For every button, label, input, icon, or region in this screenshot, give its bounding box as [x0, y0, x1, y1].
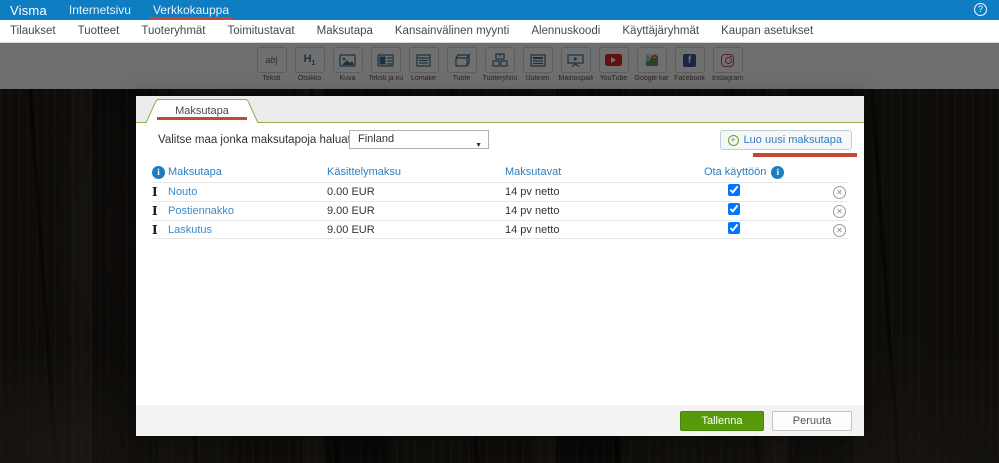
- terms-value: 14 pv netto: [505, 186, 560, 198]
- payment-method-link[interactable]: Laskutus: [168, 224, 327, 236]
- country-select-value: Finland: [358, 133, 395, 145]
- maksutapa-dialog: Maksutapa Valitse maa jonka maksutapoja …: [136, 96, 864, 436]
- terms-value: 14 pv netto: [505, 205, 560, 217]
- tab-maksutapa[interactable]: Maksutapa: [146, 99, 258, 123]
- info-icon[interactable]: i: [152, 165, 165, 179]
- col-header-kasittelymaksu: Käsittelymaksu: [327, 166, 401, 178]
- payment-method-link[interactable]: Postiennakko: [168, 205, 327, 217]
- fee-value: 0.00 EUR: [327, 186, 375, 198]
- delete-row-icon[interactable]: ✕: [833, 185, 846, 199]
- table-row-postiennakko: I Postiennakko 9.00 EUR 14 pv netto ✕: [152, 201, 848, 220]
- delete-row-icon[interactable]: ✕: [833, 223, 846, 237]
- help-icon[interactable]: ?: [974, 3, 987, 16]
- main-nav: Tilaukset Tuotteet Tuoteryhmät Toimitust…: [0, 20, 999, 43]
- nav-item-maksutapa[interactable]: Maksutapa: [317, 25, 373, 37]
- col-header-ota-kayttoon: Ota käyttöön i: [704, 165, 816, 179]
- nav-item-tuoteryhmat[interactable]: Tuoteryhmät: [141, 25, 205, 37]
- fee-value: 9.00 EUR: [327, 224, 375, 236]
- fee-value: 9.00 EUR: [327, 205, 375, 217]
- tab-internetsivu[interactable]: Internetsivu: [69, 0, 131, 20]
- payment-method-link[interactable]: Nouto: [168, 186, 327, 198]
- plus-icon: +: [727, 134, 739, 146]
- nav-item-kansainvalinen-myynti[interactable]: Kansainvälinen myynti: [395, 25, 509, 37]
- nav-item-tuotteet[interactable]: Tuotteet: [78, 25, 120, 37]
- drag-handle-icon[interactable]: I: [152, 185, 168, 199]
- col-header-maksutavat: Maksutavat: [505, 166, 562, 178]
- payment-methods-table: i Maksutapa Käsittelymaksu Maksutavat Ot…: [152, 162, 848, 239]
- nav-item-kaupan-asetukset[interactable]: Kaupan asetukset: [721, 25, 813, 37]
- create-button-highlight-marker: [753, 153, 857, 157]
- cancel-button[interactable]: Peruuta: [772, 410, 852, 431]
- dialog-tabstrip: Maksutapa: [136, 96, 864, 123]
- delete-row-icon[interactable]: ✕: [833, 204, 846, 218]
- table-header-row: i Maksutapa Käsittelymaksu Maksutavat Ot…: [152, 162, 848, 182]
- table-row-laskutus: I Laskutus 9.00 EUR 14 pv netto ✕: [152, 220, 848, 239]
- app-window: Visma Internetsivu Verkkokauppa ? Tilauk…: [0, 0, 999, 463]
- brand-visma[interactable]: Visma: [10, 3, 47, 18]
- dialog-footer: Tallenna Peruuta: [136, 405, 864, 436]
- nav-item-toimitustavat[interactable]: Toimitustavat: [228, 25, 295, 37]
- drag-handle-icon[interactable]: I: [152, 223, 168, 237]
- nav-item-alennuskoodi[interactable]: Alennuskoodi: [531, 25, 600, 37]
- drag-handle-icon[interactable]: I: [152, 204, 168, 218]
- tab-highlight-marker: [157, 116, 247, 120]
- nav-item-tilaukset[interactable]: Tilaukset: [10, 25, 56, 37]
- chevron-down-icon: ▼: [475, 142, 482, 149]
- create-payment-method-button[interactable]: + Luo uusi maksutapa: [719, 130, 852, 150]
- save-button[interactable]: Tallenna: [680, 410, 764, 431]
- col-header-maksutapa: Maksutapa: [168, 166, 222, 178]
- tab-verkkokauppa[interactable]: Verkkokauppa: [148, 0, 234, 20]
- top-bar: Visma Internetsivu Verkkokauppa ?: [0, 0, 999, 20]
- enable-checkbox[interactable]: [728, 222, 740, 234]
- table-row-nouto: I Nouto 0.00 EUR 14 pv netto ✕: [152, 182, 848, 201]
- info-icon[interactable]: i: [771, 165, 785, 179]
- terms-value: 14 pv netto: [505, 224, 560, 236]
- enable-checkbox[interactable]: [728, 203, 740, 215]
- country-select[interactable]: Finland ▼: [349, 130, 489, 149]
- nav-item-kayttajaryhmat[interactable]: Käyttäjäryhmät: [622, 25, 699, 37]
- enable-checkbox[interactable]: [728, 184, 740, 196]
